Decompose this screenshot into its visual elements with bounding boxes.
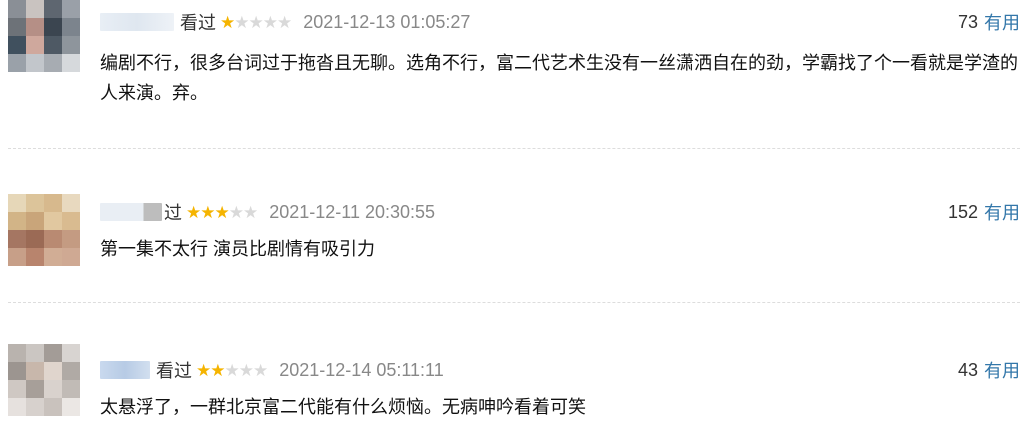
status-label: 看过	[180, 13, 216, 33]
useful-button[interactable]: 有用	[984, 199, 1020, 225]
star-icon: ★	[200, 202, 215, 222]
useful-vote: 43 有用	[958, 356, 1020, 384]
star-icon: ★	[248, 12, 264, 32]
vote-count: 43	[957, 359, 978, 380]
review-content: 编剧不行，很多台词过于拖沓且无聊。选角不行，富二代艺术生没有一丝潇洒自在的劲，学…	[100, 53, 1018, 103]
star-icon: ★	[228, 202, 244, 222]
useful-button[interactable]: 有用	[984, 9, 1020, 35]
vote-count: 152	[947, 201, 978, 222]
divider	[8, 302, 1020, 303]
useful-vote: 73 有用	[958, 8, 1020, 36]
rating-stars: ★ ★ ★ ★ ★	[196, 360, 268, 380]
avatar[interactable]	[8, 0, 80, 72]
useful-vote: 152 有用	[948, 198, 1020, 226]
vote-count: 73	[957, 11, 978, 32]
star-icon: ★	[234, 12, 249, 32]
star-icon: ★	[238, 360, 254, 380]
avatar[interactable]	[8, 194, 80, 266]
status-label: 看过	[156, 361, 192, 381]
rating-stars: ★ ★ ★ ★ ★	[220, 12, 292, 32]
review-content: 第一集不太行 演员比剧情有吸引力	[100, 239, 375, 259]
timestamp: 2021-12-13 01:05:27	[303, 11, 471, 32]
review-content: 太悬浮了，一群北京富二代能有什么烦恼。无病呻吟看着可笑	[100, 397, 586, 417]
star-icon: ★	[220, 12, 235, 32]
star-icon: ★	[186, 202, 201, 222]
star-icon: ★	[243, 202, 258, 222]
star-icon: ★	[224, 360, 240, 380]
star-icon: ★	[253, 360, 268, 380]
divider	[8, 148, 1020, 149]
star-icon: ★	[262, 12, 278, 32]
review-header: 看过 ★ ★ ★ ★ ★ 2021-12-14 05:11:11	[100, 356, 444, 384]
star-icon: ★	[210, 360, 225, 380]
useful-button[interactable]: 有用	[984, 357, 1020, 383]
status-label: 过	[164, 203, 182, 223]
review-header: 过 ★ ★ ★ ★ ★ 2021-12-11 20:30:55	[100, 198, 435, 226]
star-icon: ★	[196, 360, 211, 380]
username[interactable]	[100, 361, 150, 379]
review-header: 看过 ★ ★ ★ ★ ★ 2021-12-13 01:05:27	[100, 8, 470, 36]
username[interactable]	[100, 203, 162, 221]
username[interactable]	[100, 13, 174, 31]
avatar[interactable]	[8, 344, 80, 416]
rating-stars: ★ ★ ★ ★ ★	[186, 202, 258, 222]
timestamp: 2021-12-14 05:11:11	[279, 359, 444, 380]
star-icon: ★	[277, 12, 292, 32]
timestamp: 2021-12-11 20:30:55	[269, 201, 436, 222]
star-icon: ★	[214, 202, 230, 222]
